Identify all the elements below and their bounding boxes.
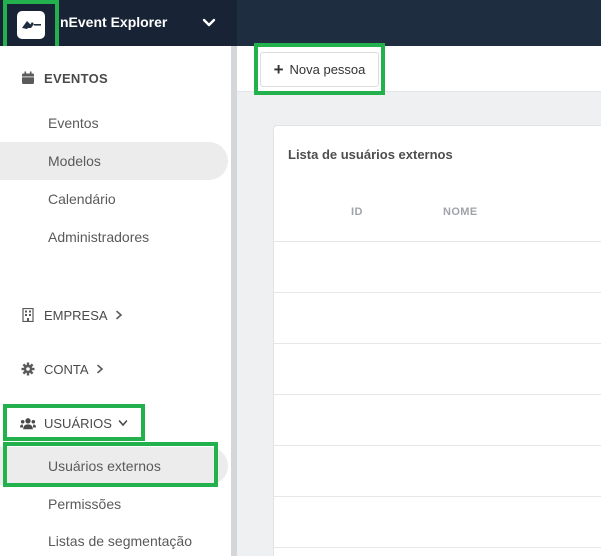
table-row-divider <box>274 292 601 293</box>
logo-highlight[interactable] <box>3 0 59 50</box>
table-row-divider <box>274 394 601 395</box>
list-title: Lista de usuários externos <box>288 147 453 162</box>
chevron-down-icon <box>118 420 128 427</box>
sidebar-item-label: Permissões <box>48 496 122 512</box>
table-row-divider <box>274 496 601 497</box>
chevron-right-icon <box>115 310 122 320</box>
chevron-down-icon[interactable] <box>201 15 217 31</box>
sidebar-section-label: USUÁRIOS <box>44 415 112 431</box>
sidebar-section-label: EMPRESA <box>44 307 108 323</box>
sidebar-section-empresa[interactable]: EMPRESA <box>20 307 124 323</box>
sidebar-section-usuarios[interactable]: USUÁRIOS <box>20 415 128 431</box>
sidebar-section-label: CONTA <box>44 361 89 377</box>
sidebar-item-label: Calendário <box>48 191 116 207</box>
sidebar-item-modelos[interactable]: Modelos <box>0 142 228 180</box>
table-row-divider <box>274 343 601 344</box>
table-row-divider <box>274 445 601 446</box>
app-title[interactable]: nEvent Explorer <box>60 14 167 30</box>
sidebar-item-calendario[interactable]: Calendário <box>0 180 228 218</box>
sidebar-section-label: EVENTOS <box>44 70 108 86</box>
calendar-icon <box>20 70 36 86</box>
logo-icon <box>22 21 41 29</box>
external-users-card <box>273 125 601 556</box>
sidebar-item-eventos[interactable]: Eventos <box>0 104 228 142</box>
sidebar-item-permissoes[interactable]: Permissões <box>0 485 228 523</box>
column-header-nome[interactable]: NOME <box>443 206 478 218</box>
sidebar-scrollbar[interactable] <box>231 46 237 556</box>
sidebar-item-label: Usuários externos <box>48 458 161 474</box>
chevron-right-icon <box>96 364 103 374</box>
users-icon <box>20 415 36 431</box>
sidebar-item-label: Listas de segmentação <box>48 533 192 549</box>
gear-icon <box>20 361 36 377</box>
app-logo[interactable] <box>17 11 45 39</box>
sidebar-item-label: Eventos <box>48 115 99 131</box>
building-icon <box>20 307 36 323</box>
table-row-divider <box>274 547 601 548</box>
sidebar-section-eventos[interactable]: EVENTOS <box>20 70 108 86</box>
sidebar-item-administradores[interactable]: Administradores <box>0 218 228 256</box>
sidebar-item-usuarios-externos[interactable]: Usuários externos <box>0 447 228 485</box>
sidebar-item-listas-de-segmentacao[interactable]: Listas de segmentação <box>0 522 228 556</box>
new-person-highlight <box>254 43 385 95</box>
sidebar-item-label: Administradores <box>48 229 150 245</box>
column-header-id[interactable]: ID <box>351 206 363 218</box>
sidebar-item-label: Modelos <box>48 153 101 169</box>
table-row-divider <box>274 241 601 242</box>
sidebar-section-conta[interactable]: CONTA <box>20 361 105 377</box>
